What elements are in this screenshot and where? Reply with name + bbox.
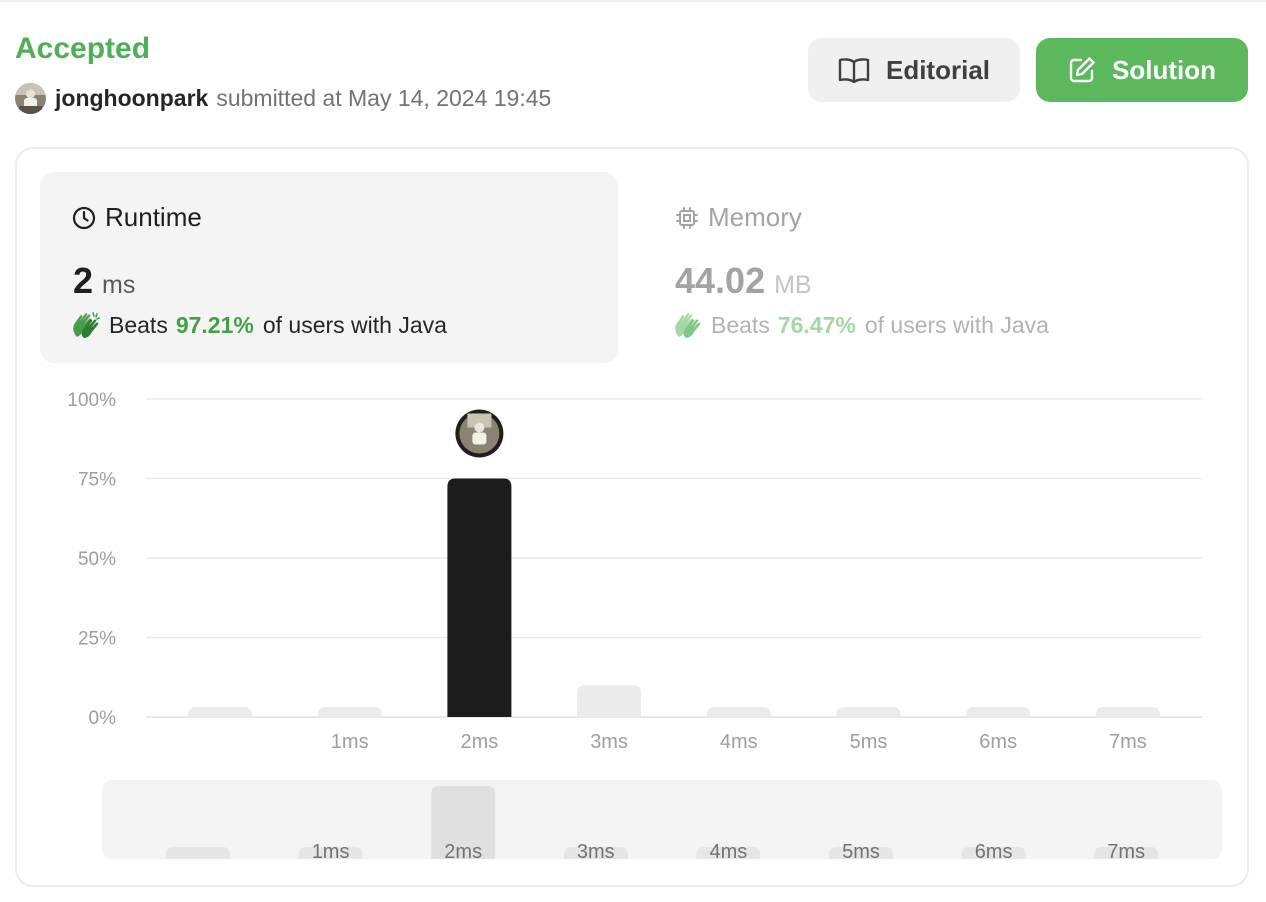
brush-tick-label: 6ms <box>975 841 1013 863</box>
bar[interactable] <box>836 707 901 717</box>
bar[interactable] <box>1095 707 1160 717</box>
brush-tick-label: 7ms <box>1107 841 1145 863</box>
brush-tick-label: 5ms <box>842 841 880 863</box>
y-tick-label: 75% <box>78 470 116 491</box>
x-tick-label: 6ms <box>979 731 1017 753</box>
brush-tick-label: 1ms <box>312 841 350 863</box>
range-brush[interactable] <box>102 780 1222 859</box>
brush-tick-label: 3ms <box>577 841 615 863</box>
runtime-distribution-chart: 100% 75% 50% 25% 0% 1ms 2ms 3ms 4ms 5ms 6ms 7ms 1ms 2… <box>67 390 1222 863</box>
x-tick-label: 7ms <box>1109 731 1147 753</box>
bar[interactable] <box>577 685 642 717</box>
bar[interactable] <box>966 707 1031 717</box>
x-tick-label: 3ms <box>590 731 628 753</box>
bar[interactable] <box>706 707 771 717</box>
avatar-photo-body <box>472 432 487 445</box>
bar[interactable] <box>317 707 382 717</box>
brush-bar <box>166 846 230 859</box>
brush-tick-label: 4ms <box>710 841 748 863</box>
bar-selected[interactable] <box>447 478 512 718</box>
x-tick-label: 2ms <box>461 731 499 753</box>
x-tick-label: 1ms <box>331 731 369 753</box>
y-tick-label: 0% <box>89 708 117 729</box>
y-tick-label: 50% <box>78 549 116 570</box>
brush-tick-label: 2ms <box>444 841 482 863</box>
x-tick-label: 4ms <box>720 731 758 753</box>
avatar-photo-head <box>474 422 485 433</box>
y-tick-label: 25% <box>78 629 116 650</box>
bar[interactable] <box>188 707 252 717</box>
y-tick-label: 100% <box>67 390 116 411</box>
x-tick-label: 5ms <box>850 731 888 753</box>
